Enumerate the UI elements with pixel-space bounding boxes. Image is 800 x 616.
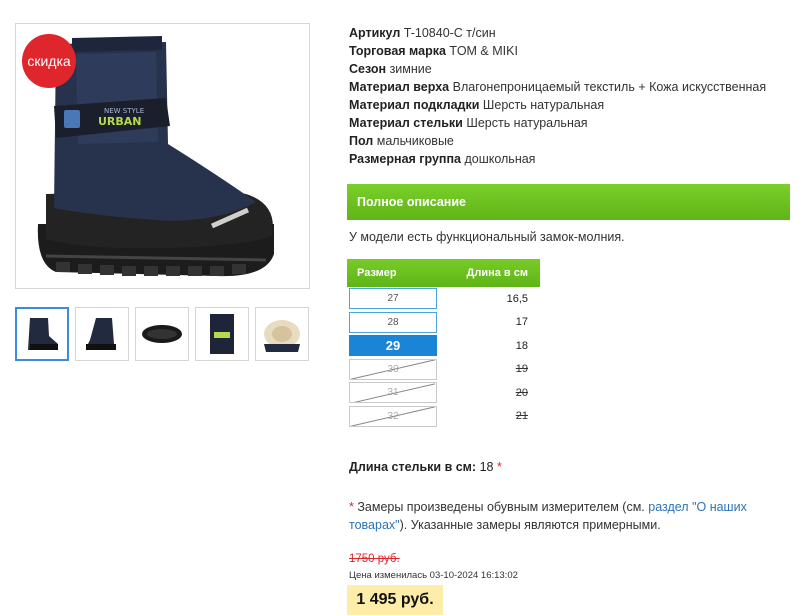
size-option-27[interactable]: 27 xyxy=(349,288,437,310)
size-length: 17 xyxy=(515,316,528,329)
attr-gender: Пол мальчиковые xyxy=(349,132,789,150)
attr-key: Артикул xyxy=(349,26,401,40)
attr-value: TOM & MIKI xyxy=(449,44,518,58)
size-header: Размер xyxy=(357,267,397,279)
old-price: 1750 руб. xyxy=(349,553,400,565)
attr-key: Материал верха xyxy=(349,80,450,94)
measurement-note: * Замеры произведены обувным измерителем… xyxy=(349,498,749,534)
boot-label-main: URBAN xyxy=(98,115,142,128)
attr-size-group: Размерная группа дошкольная xyxy=(349,150,789,168)
thumbnail-3[interactable] xyxy=(135,307,189,361)
insole-label: Длина стельки в см: xyxy=(349,460,477,474)
attr-value: зимние xyxy=(389,62,432,76)
size-option-30-unavailable: 30 xyxy=(349,358,437,380)
attr-season: Сезон зимние xyxy=(349,60,789,78)
insole-length: Длина стельки в см: 18 * xyxy=(349,460,502,474)
attr-key: Размерная группа xyxy=(349,152,461,166)
thumbnail-2[interactable] xyxy=(75,307,129,361)
insole-star: * xyxy=(496,460,502,474)
size-row: 28 17 xyxy=(347,311,540,335)
size-row: 30 19 xyxy=(347,358,540,382)
size-row: 31 20 xyxy=(347,381,540,405)
size-length: 20 xyxy=(515,386,528,399)
attr-value: Шерсть натуральная xyxy=(466,116,588,130)
thumbnail-1[interactable] xyxy=(15,307,69,361)
product-attributes: Артикул T-10840-C т/син Торговая марка T… xyxy=(349,24,789,168)
size-option-32-unavailable: 32 xyxy=(349,405,437,427)
length-header: Длина в см xyxy=(466,267,528,279)
attr-key: Материал стельки xyxy=(349,116,463,130)
full-description-tab[interactable]: Полное описание xyxy=(347,184,790,220)
attr-upper-material: Материал верха Влагонепроницаемый тексти… xyxy=(349,78,789,96)
size-length: 21 xyxy=(515,410,528,423)
size-row: 32 21 xyxy=(347,405,540,429)
attr-key: Материал подкладки xyxy=(349,98,480,112)
attr-key: Торговая марка xyxy=(349,44,446,58)
note-text-before: Замеры произведены обувным измерителем (… xyxy=(353,500,649,514)
insole-value: 18 xyxy=(479,460,494,474)
size-length: 16,5 xyxy=(506,292,528,305)
attr-value: Шерсть натуральная xyxy=(482,98,605,112)
attr-insole-material: Материал стельки Шерсть натуральная xyxy=(349,114,789,132)
attr-value: мальчиковые xyxy=(376,134,454,148)
attr-value: T-10840-C т/син xyxy=(403,26,496,40)
attr-key: Пол xyxy=(349,134,374,148)
attr-value: Влагонепроницаемый текстиль + Кожа искус… xyxy=(452,80,767,94)
attr-key: Сезон xyxy=(349,62,387,76)
size-row: 29 18 xyxy=(347,334,540,358)
size-length: 19 xyxy=(515,363,528,376)
price-changed-note: Цена изменилась 03-10-2024 16:13:02 xyxy=(349,570,518,581)
attr-lining-material: Материал подкладки Шерсть натуральная xyxy=(349,96,789,114)
current-price: 1 495 руб. xyxy=(347,585,443,615)
size-row: 27 16,5 xyxy=(347,287,540,311)
size-length: 18 xyxy=(515,339,528,352)
note-text-after: ). Указанные замеры являются примерными. xyxy=(399,518,661,532)
boot-label-top: NEW STYLE xyxy=(104,107,144,115)
attr-brand: Торговая марка TOM & MIKI xyxy=(349,42,789,60)
size-option-31-unavailable: 31 xyxy=(349,382,437,404)
sale-badge: скидка xyxy=(22,34,76,88)
attr-article: Артикул T-10840-C т/син xyxy=(349,24,789,42)
thumbnail-strip xyxy=(15,307,309,361)
size-table-header: Размер Длина в см xyxy=(347,259,540,287)
thumbnail-5[interactable] xyxy=(255,307,309,361)
attr-value: дошкольная xyxy=(464,152,536,166)
size-table: Размер Длина в см 27 16,5 28 17 29 18 30… xyxy=(347,259,540,428)
size-option-29-selected[interactable]: 29 xyxy=(349,335,437,357)
thumbnail-4[interactable] xyxy=(195,307,249,361)
main-product-photo[interactable]: NEW STYLE URBAN скидка xyxy=(15,23,310,289)
size-option-28[interactable]: 28 xyxy=(349,311,437,333)
product-description: У модели есть функциональный замок-молни… xyxy=(349,230,625,244)
